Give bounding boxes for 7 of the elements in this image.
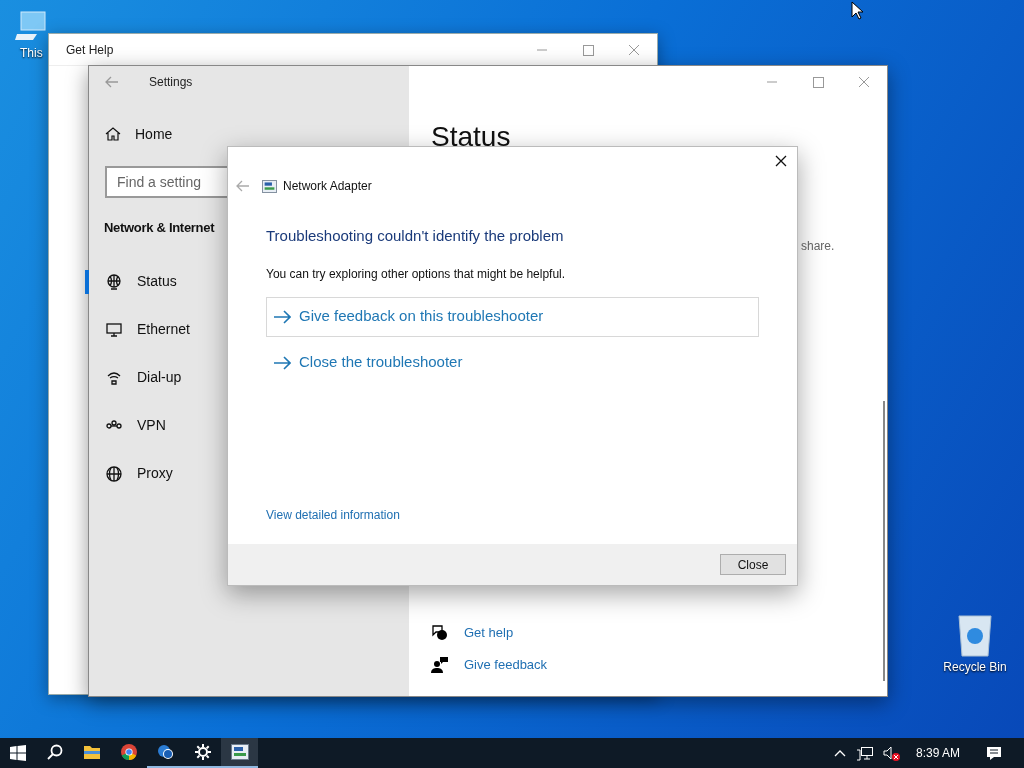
page-heading: Status [431,120,512,154]
dialog-heading: Troubleshooting couldn't identify the problem [266,226,565,246]
window-title: Get Help [66,41,114,59]
description-text: share. [801,238,835,255]
dialog-description: You can try exploring other options that might be helpful. [266,265,567,283]
window-title: Settings [149,74,193,91]
section-heading: Network & Internet [104,219,215,237]
